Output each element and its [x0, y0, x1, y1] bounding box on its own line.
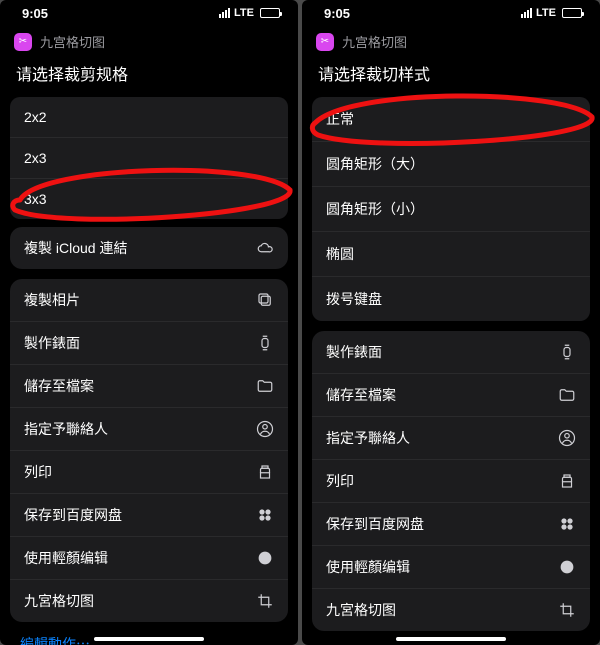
baidu-row[interactable]: 保存到百度网盘 [10, 494, 288, 537]
option-3x3[interactable]: 3x3 [10, 179, 288, 219]
app-name: 九宫格切图 [342, 32, 407, 51]
baidu-icon [256, 506, 274, 524]
prompt-title: 请选择裁切样式 [302, 55, 600, 97]
print-icon [558, 472, 576, 490]
assign-contact-row[interactable]: 指定予聯絡人 [312, 417, 590, 460]
print-row[interactable]: 列印 [10, 451, 288, 494]
row-label: 保存到百度网盘 [326, 514, 424, 534]
watchface-icon [558, 343, 576, 361]
icloud-link-row[interactable]: 複製 iCloud 連結 [10, 227, 288, 269]
option-dialpad[interactable]: 拨号键盘 [312, 277, 590, 321]
grid-crop-row[interactable]: 九宮格切图 [10, 580, 288, 622]
row-label: 列印 [24, 462, 52, 482]
assign-contact-row[interactable]: 指定予聯絡人 [10, 408, 288, 451]
contact-icon [558, 429, 576, 447]
share-sheet: 製作錶面 儲存至檔案 指定予聯絡人 列印 保存到百度网盘 使用輕顏编辑 九宮格切… [312, 331, 590, 631]
watchface-row[interactable]: 製作錶面 [10, 322, 288, 365]
network-label: LTE [536, 7, 556, 19]
phone-right: 9:05 LTE ✂ 九宫格切图 请选择裁切样式 正常 圆角矩形（大） 圆角矩形… [302, 0, 600, 645]
icloud-row-container: 複製 iCloud 連結 [10, 227, 288, 269]
status-right: LTE [219, 7, 280, 19]
qingyan-row[interactable]: 使用輕顏编辑 [10, 537, 288, 580]
battery-icon [260, 8, 280, 18]
crop-icon [256, 592, 274, 610]
baidu-icon [558, 515, 576, 533]
row-label: 儲存至檔案 [24, 376, 94, 396]
watchface-icon [256, 334, 274, 352]
row-label: 指定予聯絡人 [24, 419, 108, 439]
icloud-link-label: 複製 iCloud 連結 [24, 238, 127, 258]
app-icon: ✂ [316, 33, 334, 51]
cloud-icon [256, 239, 274, 257]
print-icon [256, 463, 274, 481]
qingyan-row[interactable]: 使用輕顏编辑 [312, 546, 590, 589]
network-label: LTE [234, 7, 254, 19]
row-label: 列印 [326, 471, 354, 491]
option-rounded-large[interactable]: 圆角矩形（大） [312, 142, 590, 187]
crop-icon [558, 601, 576, 619]
signal-icon [219, 8, 230, 18]
option-normal[interactable]: 正常 [312, 97, 590, 142]
status-right: LTE [521, 7, 582, 19]
phone-left: 9:05 LTE ✂ 九宫格切图 请选择裁剪规格 2x2 2x3 3x3 複製 … [0, 0, 298, 645]
row-label: 複製相片 [24, 290, 80, 310]
dot-icon [256, 549, 274, 567]
option-rounded-small[interactable]: 圆角矩形（小） [312, 187, 590, 232]
baidu-row[interactable]: 保存到百度网盘 [312, 503, 590, 546]
watchface-row[interactable]: 製作錶面 [312, 331, 590, 374]
copy-photo-icon [256, 291, 274, 309]
status-time: 9:05 [22, 6, 48, 21]
status-time: 9:05 [324, 6, 350, 21]
style-options-list: 正常 圆角矩形（大） 圆角矩形（小） 椭圆 拨号键盘 [312, 97, 590, 321]
row-label: 九宮格切图 [326, 600, 396, 620]
crop-options-list: 2x2 2x3 3x3 [10, 97, 288, 219]
app-header: ✂ 九宫格切图 [302, 26, 600, 55]
row-label: 使用輕顏编辑 [24, 548, 108, 568]
print-row[interactable]: 列印 [312, 460, 590, 503]
row-label: 保存到百度网盘 [24, 505, 122, 525]
option-2x3[interactable]: 2x3 [10, 138, 288, 179]
save-file-row[interactable]: 儲存至檔案 [10, 365, 288, 408]
app-header: ✂ 九宫格切图 [0, 26, 298, 55]
share-sheet: 複製相片 製作錶面 儲存至檔案 指定予聯絡人 列印 保存到百度网盘 使用輕顏编辑 [10, 279, 288, 622]
status-bar: 9:05 LTE [302, 0, 600, 26]
app-icon: ✂ [14, 33, 32, 51]
row-label: 使用輕顏编辑 [326, 557, 410, 577]
prompt-title: 请选择裁剪规格 [0, 55, 298, 97]
row-label: 製作錶面 [24, 333, 80, 353]
row-label: 指定予聯絡人 [326, 428, 410, 448]
home-indicator [396, 637, 506, 641]
option-2x2[interactable]: 2x2 [10, 97, 288, 138]
row-label: 九宮格切图 [24, 591, 94, 611]
dot-icon [558, 558, 576, 576]
contact-icon [256, 420, 274, 438]
save-file-row[interactable]: 儲存至檔案 [312, 374, 590, 417]
grid-crop-row[interactable]: 九宮格切图 [312, 589, 590, 631]
app-name: 九宫格切图 [40, 32, 105, 51]
copy-photo-row[interactable]: 複製相片 [10, 279, 288, 322]
folder-icon [558, 386, 576, 404]
edit-actions-link[interactable]: 編輯動作⋯ [0, 622, 298, 645]
option-ellipse[interactable]: 椭圆 [312, 232, 590, 277]
folder-icon [256, 377, 274, 395]
row-label: 儲存至檔案 [326, 385, 396, 405]
battery-icon [562, 8, 582, 18]
status-bar: 9:05 LTE [0, 0, 298, 26]
row-label: 製作錶面 [326, 342, 382, 362]
home-indicator [94, 637, 204, 641]
signal-icon [521, 8, 532, 18]
